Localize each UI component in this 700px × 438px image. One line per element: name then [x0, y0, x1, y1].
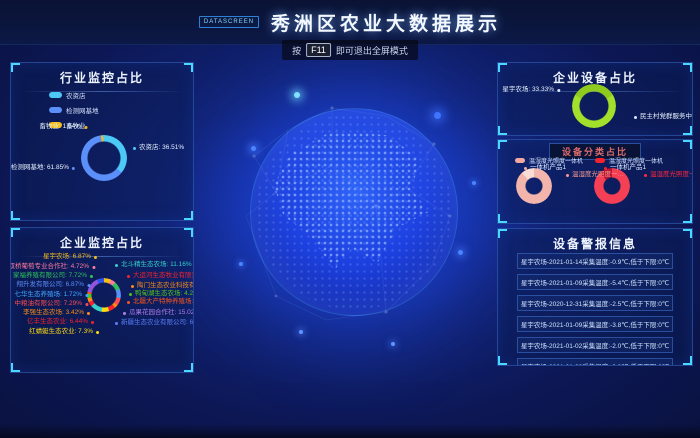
enterprise-donut-chart[interactable]	[87, 278, 121, 312]
label-dot	[87, 312, 90, 315]
panel-device-classification: 设备分类占比 温湿度光照度一体机 温湿度光照度一体机 一体机产品1温湿度光照度一…	[497, 139, 693, 224]
legend-swatch	[49, 122, 62, 128]
alarm-row: 星宇农场-2020-12-31采集温度:-2.5℃,低于下限:0℃	[517, 295, 673, 311]
label-dot	[127, 301, 130, 304]
label-dot	[123, 312, 126, 315]
chart-label: 北斗精生态农场: 11.16%	[115, 261, 192, 269]
device-left-legend: 温湿度光照度一体机	[515, 156, 583, 165]
chart-label: 双桥葡萄专业合作社: 4.72%	[10, 263, 95, 271]
label-dot	[634, 116, 637, 119]
panel-title: 企业设备占比	[498, 63, 692, 86]
chart-label: 星宇农场: 6.87%	[43, 253, 97, 261]
panel-title: 企业监控占比	[11, 228, 193, 251]
glow-dot	[294, 92, 300, 98]
panel-device-alarms: 设备警报信息 星宇农场-2021-01-14采集温度:-0.9℃,低于下限:0℃…	[497, 228, 693, 366]
legend-item: 检测网基地	[49, 105, 99, 115]
alarm-row: 星宇农场-2021-01-09采集温度:-5.4℃,低于下限:0℃	[517, 274, 673, 290]
chart-label: 农资店: 36.51%	[133, 144, 184, 152]
chart-label: 温湿度光照度一…	[644, 171, 693, 179]
chart-label: 陶门生态农业科技有限公	[131, 282, 194, 290]
legend-item: 温湿度光照度一体机	[515, 156, 583, 165]
chart-label: 鸭甸湖生态农场: 4.29%	[129, 290, 194, 298]
industry-donut-chart[interactable]	[81, 135, 127, 181]
legend-item: 畜牧业	[49, 120, 99, 130]
alarm-row: 星宇农场-2021-01-09采集温度:-3.8℃,低于下限:0℃	[517, 316, 673, 332]
chart-label: 检测网基地: 61.85%	[11, 164, 75, 172]
footer-shade	[0, 424, 700, 438]
glow-dot	[251, 146, 256, 151]
chart-label: 亿丰生态农业: 6.44%	[27, 318, 94, 326]
chart-label: 李强生态农场: 3.42%	[23, 309, 90, 317]
alarm-list[interactable]: 星宇农场-2021-01-14采集温度:-0.9℃,低于下限:0℃ 星宇农场-20…	[517, 253, 673, 361]
label-dot	[115, 322, 118, 325]
panel-industry-monitor: 行业监控占比 农资店检测网基地畜牧业 畜牧业: 1.64%农资店: 36.51%…	[10, 62, 194, 221]
device-left-donut-chart[interactable]	[516, 168, 552, 204]
label-dot	[72, 167, 75, 170]
header: DATASCREEN 秀洲区农业大数据展示	[0, 0, 700, 45]
tip-suffix: 即可退出全屏模式	[336, 44, 408, 57]
label-dot	[644, 174, 647, 177]
legend-swatch	[515, 158, 525, 163]
label-dot	[133, 147, 136, 150]
chart-label: 瓜果花园合作社: 15.02%	[123, 309, 194, 317]
label-dot	[129, 293, 132, 296]
f11-key-hint: F11	[306, 43, 331, 57]
panel-title: 设备警报信息	[498, 229, 692, 252]
label-dot	[131, 285, 134, 288]
alarm-row: 星宇农场-2021-01-02采集温度:-2.0℃,低于下限:0℃	[517, 337, 673, 353]
legend-item: 农资店	[49, 90, 99, 100]
chart-label: 北疆大产特种养殖场: 1.	[127, 298, 194, 306]
label-dot	[115, 264, 118, 267]
logo-badge: DATASCREEN	[199, 16, 259, 28]
fullscreen-tip: 按 F11 即可退出全屏模式	[282, 40, 418, 60]
equipment-donut-chart[interactable]	[572, 84, 616, 128]
device-right-donut-chart[interactable]	[594, 168, 630, 204]
chart-label: 红蜻蜓生态农业: 7.3%	[29, 328, 99, 336]
glow-dot	[472, 181, 476, 185]
title-divider	[19, 91, 185, 92]
glow-dot	[299, 330, 303, 334]
page-title: 秀洲区农业大数据展示	[271, 9, 501, 36]
alarm-row: 星宇农场-2021-01-14采集温度:-0.9℃,低于下限:0℃	[517, 253, 673, 269]
glow-dot	[458, 250, 463, 255]
chart-label: 家福养殖有限公司: 7.72%	[13, 272, 93, 280]
label-dot	[127, 275, 130, 278]
legend-item: 温湿度光照度一体机	[595, 156, 663, 165]
glow-dot	[391, 342, 395, 346]
label-dot	[90, 275, 93, 278]
panel-title: 行业监控占比	[11, 63, 193, 86]
legend-swatch	[595, 158, 605, 163]
title-divider	[19, 256, 185, 257]
glow-dot	[239, 262, 243, 266]
chart-label: 大运河生态牧业有限责任公	[127, 272, 194, 280]
glow-dot	[434, 112, 441, 119]
chart-label: 星宇农场: 33.33%	[502, 86, 560, 94]
legend-swatch	[49, 92, 62, 98]
network-lines-overlay	[236, 96, 470, 330]
panel-enterprise-equipment: 企业设备占比 星宇农场: 33.33% 民主村党群服务中心:	[497, 62, 693, 136]
chart-label: 中粮油有限公司: 7.29%	[14, 300, 88, 308]
label-dot	[96, 331, 99, 334]
chart-label: 七华生态养殖场: 1.72%	[14, 291, 88, 299]
industry-legend: 农资店检测网基地畜牧业	[49, 90, 99, 130]
chart-label: 翔升发有限公司: 6.87%	[16, 281, 90, 289]
tip-prefix: 按	[292, 44, 301, 57]
label-dot	[85, 303, 88, 306]
chart-label: 新疆生态农业有限公司: 6.87%	[115, 319, 194, 327]
dashboard: DATASCREEN 秀洲区农业大数据展示 按 F11 即可退出全屏模式 行业监…	[0, 0, 700, 438]
panel-enterprise-monitor: 企业监控占比 星宇农场: 6.87% 双桥葡萄专业合作社: 4.72%家福养殖有限…	[10, 227, 194, 373]
chart-label: 民主村党群服务中心:	[634, 113, 693, 121]
label-dot	[92, 266, 95, 269]
legend-swatch	[49, 107, 62, 113]
device-right-legend: 温湿度光照度一体机	[595, 156, 663, 165]
label-dot	[91, 321, 94, 324]
alarm-row: 星宇农场-2021-01-09采集温度:-0.9℃,低于下限:0℃	[517, 358, 673, 366]
label-dot	[566, 174, 569, 177]
